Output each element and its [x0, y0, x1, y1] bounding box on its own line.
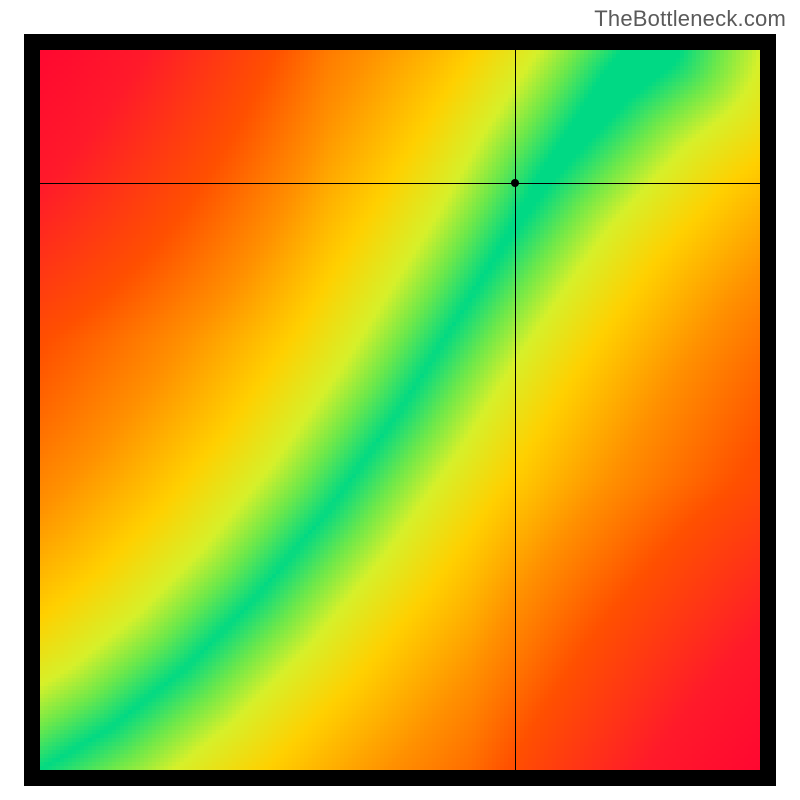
attribution-label: TheBottleneck.com	[594, 6, 786, 32]
marker-dot	[511, 179, 519, 187]
heatmap-canvas	[40, 50, 760, 770]
plot-area	[40, 50, 760, 770]
chart-container: TheBottleneck.com	[0, 0, 800, 800]
crosshair-horizontal	[40, 183, 760, 184]
plot-frame	[24, 34, 776, 786]
crosshair-vertical	[515, 50, 516, 770]
